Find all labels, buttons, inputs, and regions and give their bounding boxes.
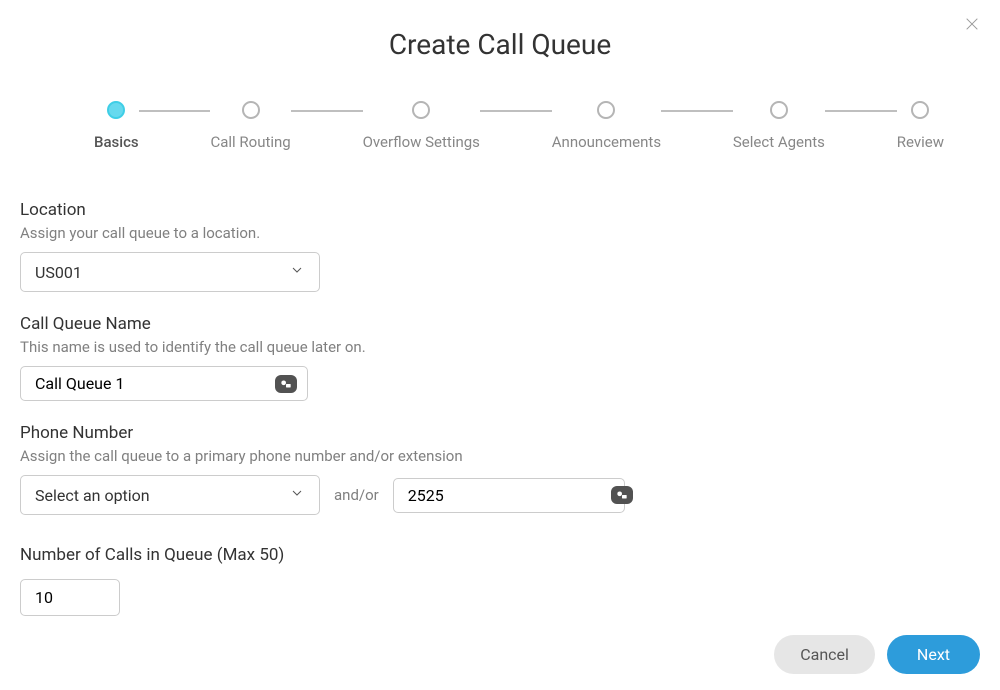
num-calls-label: Number of Calls in Queue (Max 50)	[20, 545, 980, 565]
location-value: US001	[35, 263, 82, 282]
step-circle-icon	[911, 101, 929, 119]
step-announcements[interactable]: Announcements	[552, 101, 661, 151]
chevron-down-icon	[289, 485, 305, 505]
phone-placeholder: Select an option	[35, 486, 150, 505]
num-calls-input[interactable]	[35, 588, 105, 607]
phone-label: Phone Number	[20, 423, 980, 443]
step-connector	[480, 110, 552, 112]
step-call-routing[interactable]: Call Routing	[210, 101, 290, 151]
step-label: Announcements	[552, 133, 661, 151]
step-label: Overflow Settings	[363, 133, 480, 151]
step-connector	[291, 110, 363, 112]
queue-name-input-wrapper	[20, 366, 308, 401]
phone-row: Select an option and/or	[20, 475, 980, 515]
queue-name-label: Call Queue Name	[20, 314, 980, 334]
location-label: Location	[20, 200, 980, 220]
stepper: Basics Call Routing Overflow Settings An…	[0, 81, 1000, 161]
phone-number-select[interactable]: Select an option	[20, 475, 320, 515]
queue-name-desc: This name is used to identify the call q…	[20, 338, 980, 356]
step-label: Select Agents	[733, 133, 825, 151]
step-connector	[661, 110, 733, 112]
queue-name-input[interactable]	[35, 374, 275, 393]
location-section: Location Assign your call queue to a loc…	[20, 200, 980, 292]
step-label: Basics	[94, 133, 139, 151]
step-select-agents[interactable]: Select Agents	[733, 101, 825, 151]
step-basics[interactable]: Basics	[94, 101, 139, 151]
location-desc: Assign your call queue to a location.	[20, 224, 980, 242]
queue-name-section: Call Queue Name This name is used to ide…	[20, 314, 980, 401]
step-review[interactable]: Review	[897, 101, 944, 151]
footer-buttons: Cancel Next	[774, 635, 980, 674]
phone-section: Phone Number Assign the call queue to a …	[20, 423, 980, 515]
next-button[interactable]: Next	[887, 635, 980, 674]
extension-input-wrapper	[393, 478, 625, 513]
num-calls-section: Number of Calls in Queue (Max 50)	[20, 545, 980, 616]
step-circle-icon	[412, 101, 430, 119]
step-connector	[825, 110, 897, 112]
step-overflow-settings[interactable]: Overflow Settings	[363, 101, 480, 151]
translation-extension-icon[interactable]	[275, 375, 297, 393]
form-scroll-area[interactable]: Location Assign your call queue to a loc…	[0, 200, 1000, 616]
step-connector	[139, 110, 211, 112]
step-circle-icon	[242, 101, 260, 119]
chevron-down-icon	[289, 262, 305, 282]
num-calls-input-wrapper	[20, 579, 120, 616]
close-icon[interactable]	[962, 14, 982, 34]
step-label: Review	[897, 133, 944, 151]
step-circle-icon	[597, 101, 615, 119]
phone-desc: Assign the call queue to a primary phone…	[20, 447, 980, 465]
step-label: Call Routing	[210, 133, 290, 151]
location-select[interactable]: US001	[20, 252, 320, 292]
extension-input[interactable]	[408, 486, 611, 505]
page-title: Create Call Queue	[0, 0, 1000, 81]
step-circle-icon	[770, 101, 788, 119]
step-circle-icon	[107, 101, 125, 119]
andor-label: and/or	[334, 486, 379, 504]
translation-extension-icon[interactable]	[611, 486, 633, 504]
cancel-button[interactable]: Cancel	[774, 635, 875, 674]
